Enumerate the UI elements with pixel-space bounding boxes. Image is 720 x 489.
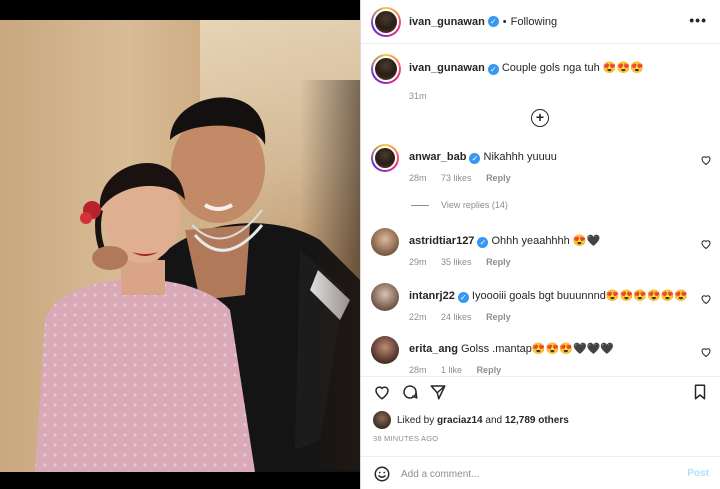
post-side-panel: ivan_gunawan ✓ • Following ••• ivan_guna… — [360, 0, 720, 489]
heart-icon[interactable] — [700, 346, 712, 358]
comment-item: intanrj22 ✓ Iyoooiii goals bgt buuunnnd😍😍… — [371, 283, 716, 333]
comment-item: erita_ang Golss .mantap😍😍😍🖤🖤🖤 28m 1 like… — [371, 336, 716, 376]
caption-body: Couple gols nga tuh 😍😍😍 — [501, 62, 644, 74]
comment-meta: 29m 35 likes Reply — [409, 257, 523, 267]
post-time-ago: 38 MINUTES AGO — [373, 434, 439, 443]
comment-meta: 22m 24 likes Reply — [409, 312, 523, 322]
heart-icon[interactable] — [700, 238, 712, 250]
comments-scroll-area[interactable]: ivan_gunawan ✓ Couple gols nga tuh 😍😍😍 31… — [361, 44, 720, 376]
post-photo[interactable] — [0, 20, 360, 472]
comment-item: anwar_bab ✓ Nikahhh yuuuu 28m 73 likes Re… — [371, 144, 716, 194]
liker-username[interactable]: graciaz14 — [437, 415, 483, 426]
share-icon[interactable] — [429, 383, 447, 401]
verified-icon: ✓ — [457, 292, 469, 303]
author-info: ivan_gunawan ✓ • Following — [409, 16, 557, 28]
comment-body: Golss .mantap😍😍😍🖤🖤🖤 — [460, 343, 615, 355]
comment-avatar[interactable] — [371, 283, 399, 311]
comment-icon[interactable] — [401, 383, 419, 401]
author-avatar[interactable] — [371, 6, 401, 37]
comment-time: 22m — [409, 312, 427, 322]
plus-circle-icon[interactable]: + — [531, 109, 549, 127]
reply-button[interactable]: Reply — [486, 173, 511, 183]
reply-button[interactable]: Reply — [486, 312, 511, 322]
comment-username[interactable]: erita_ang — [409, 343, 458, 355]
comment-text: erita_ang Golss .mantap😍😍😍🖤🖤🖤 — [409, 342, 689, 356]
heart-icon[interactable] — [700, 293, 712, 305]
comment-text: intanrj22 ✓ Iyoooiii goals bgt buuunnnd😍😍… — [409, 289, 689, 303]
bookmark-icon[interactable] — [691, 383, 709, 401]
emoji-icon[interactable] — [373, 465, 391, 483]
comment-likes[interactable]: 24 likes — [441, 312, 472, 322]
comment-body: Nikahhh yuuuu — [483, 151, 557, 163]
replies-line — [411, 204, 429, 206]
caption-time: 31m — [409, 91, 427, 101]
add-comment-bar: Post — [361, 456, 720, 489]
comment-item: astridtiar127 ✓ Ohhh yeaahhhh 😍🖤 29m 35 l… — [371, 228, 716, 278]
comment-likes[interactable]: 73 likes — [441, 173, 472, 183]
likes-row: Liked by graciaz14 and 12,789 others — [373, 411, 569, 429]
view-replies-button[interactable]: View replies (14) — [411, 200, 508, 210]
comment-meta: 28m 73 likes Reply — [409, 173, 523, 183]
caption-username[interactable]: ivan_gunawan — [409, 62, 485, 74]
verified-icon: ✓ — [487, 16, 499, 27]
comment-username[interactable]: astridtiar127 — [409, 235, 474, 247]
heart-icon[interactable] — [700, 154, 712, 166]
view-replies-label: View replies (14) — [441, 200, 508, 210]
comment-avatar[interactable] — [371, 144, 399, 172]
reply-button[interactable]: Reply — [486, 257, 511, 267]
likes-others[interactable]: 12,789 others — [505, 415, 569, 426]
comment-likes[interactable]: 1 like — [441, 365, 462, 375]
verified-icon: ✓ — [487, 64, 499, 75]
comment-body: Iyoooiii goals bgt buuunnnd😍😍😍😍😍😍 — [471, 290, 689, 302]
caption-text: ivan_gunawan ✓ Couple gols nga tuh 😍😍😍 — [409, 61, 644, 76]
following-button[interactable]: Following — [511, 16, 557, 28]
author-username[interactable]: ivan_gunawan — [409, 16, 485, 28]
comment-avatar[interactable] — [371, 228, 399, 256]
action-bar — [361, 376, 720, 406]
likes-prefix: Liked by — [397, 414, 435, 426]
heart-icon[interactable] — [373, 383, 391, 401]
comment-likes[interactable]: 35 likes — [441, 257, 472, 267]
comment-text: astridtiar127 ✓ Ohhh yeaahhhh 😍🖤 — [409, 234, 689, 248]
caption-avatar[interactable] — [371, 54, 401, 84]
post-header: ivan_gunawan ✓ • Following ••• — [361, 0, 720, 44]
comment-time: 29m — [409, 257, 427, 267]
verified-icon: ✓ — [477, 237, 489, 248]
more-icon[interactable]: ••• — [689, 12, 707, 28]
verified-icon: ✓ — [469, 153, 481, 164]
post-button[interactable]: Post — [687, 468, 709, 479]
likes-and: and — [485, 414, 503, 426]
comment-time: 28m — [409, 173, 427, 183]
add-comment-input[interactable] — [401, 465, 661, 483]
comment-avatar[interactable] — [371, 336, 399, 364]
comment-time: 28m — [409, 365, 427, 375]
liker-avatar[interactable] — [373, 411, 391, 429]
comment-text: anwar_bab ✓ Nikahhh yuuuu — [409, 150, 689, 164]
dot-separator: • — [502, 15, 507, 28]
comment-body: Ohhh yeaahhhh 😍🖤 — [491, 235, 601, 247]
photo-shadow — [300, 80, 360, 470]
comment-username[interactable]: intanrj22 — [409, 290, 455, 302]
bottom-bar — [0, 472, 360, 489]
reply-button[interactable]: Reply — [477, 365, 502, 375]
comment-username[interactable]: anwar_bab — [409, 151, 466, 163]
instagram-post-view: ivan_gunawan ✓ • Following ••• ivan_guna… — [0, 0, 720, 489]
caption: ivan_gunawan ✓ Couple gols nga tuh 😍😍😍 31… — [371, 54, 711, 104]
comment-meta: 28m 1 like Reply — [409, 365, 513, 375]
